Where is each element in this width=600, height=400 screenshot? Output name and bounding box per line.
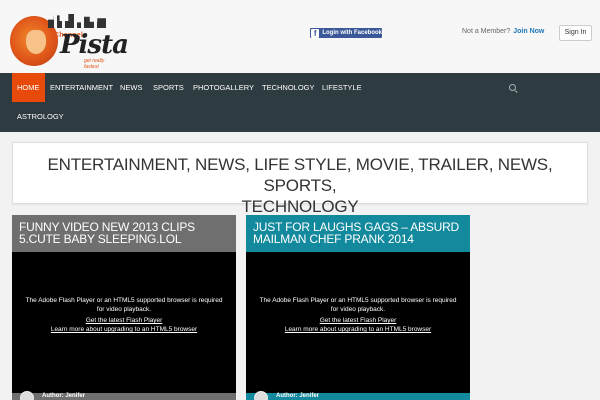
skyline-icon (48, 14, 106, 28)
html5-browser-link[interactable]: Learn more about upgrading to an HTML5 b… (12, 326, 236, 333)
facebook-login-button[interactable]: f Login with Facebook (310, 28, 382, 38)
nav-item-lifestyle[interactable]: LIFESTYLE (317, 73, 367, 102)
flash-player-link[interactable]: Get the latest Flash Player (246, 317, 470, 324)
nav-item-home[interactable]: HOME (12, 73, 45, 102)
site-banner: ENTERTAINMENT, NEWS, LIFE STYLE, MOVIE, … (12, 142, 588, 216)
author-avatar (254, 391, 268, 400)
post-author[interactable]: Author: Jenifer (276, 393, 319, 399)
nav-item-sports[interactable]: SPORTS (148, 73, 189, 102)
post-card: FUNNY VIDEO NEW 2013 CLIPS 5.CUTE BABY S… (12, 215, 236, 400)
sign-in-button[interactable]: Sign In (559, 25, 592, 41)
main-nav: HOME ENTERTAINMENT NEWS SPORTS PHOTOGALL… (0, 73, 600, 132)
video-player[interactable]: The Adobe Flash Player or an HTML5 suppo… (246, 252, 470, 393)
video-message: The Adobe Flash Player or an HTML5 suppo… (12, 296, 236, 314)
video-player[interactable]: The Adobe Flash Player or an HTML5 suppo… (12, 252, 236, 393)
site-header: Channel Pista get really fastest f Login… (0, 0, 600, 73)
member-prompt: Not a Member? Join Now (462, 28, 544, 35)
nav-item-entertainment[interactable]: ENTERTAINMENT (45, 73, 118, 102)
post-card: JUST FOR LAUGHS GAGS – ABSURD MAILMAN CH… (246, 215, 470, 400)
video-message-line-1: The Adobe Flash Player or an HTML5 suppo… (25, 297, 223, 304)
logo-tagline: get really fastest (84, 58, 105, 70)
video-message-line-1: The Adobe Flash Player or an HTML5 suppo… (259, 297, 457, 304)
video-message-line-2: for video playback. (330, 306, 386, 313)
search-icon[interactable] (509, 84, 516, 91)
banner-line-2: TECHNOLOGY (241, 197, 359, 216)
facebook-icon: f (311, 28, 320, 38)
post-title[interactable]: JUST FOR LAUGHS GAGS – ABSURD MAILMAN CH… (246, 215, 470, 252)
member-text: Not a Member? (462, 28, 511, 35)
logo-brand: Pista (60, 30, 129, 60)
post-title[interactable]: FUNNY VIDEO NEW 2013 CLIPS 5.CUTE BABY S… (12, 215, 236, 252)
facebook-login-label: Login with Facebook (322, 30, 382, 36)
site-logo[interactable]: Channel Pista get really fastest (10, 10, 129, 70)
post-author[interactable]: Author: Jenifer (42, 393, 85, 399)
video-message-line-2: for video playback. (96, 306, 152, 313)
nav-item-technology[interactable]: TECHNOLOGY (257, 73, 320, 102)
nav-item-news[interactable]: NEWS (115, 73, 148, 102)
video-message: The Adobe Flash Player or an HTML5 suppo… (246, 296, 470, 314)
author-avatar (20, 391, 34, 400)
banner-line-1: ENTERTAINMENT, NEWS, LIFE STYLE, MOVIE, … (47, 155, 553, 195)
html5-browser-link[interactable]: Learn more about upgrading to an HTML5 b… (246, 326, 470, 333)
flash-player-link[interactable]: Get the latest Flash Player (12, 317, 236, 324)
nav-item-astrology[interactable]: ASTROLOGY (12, 102, 69, 131)
nav-item-photogallery[interactable]: PHOTOGALLERY (188, 73, 259, 102)
join-now-link[interactable]: Join Now (513, 28, 544, 35)
